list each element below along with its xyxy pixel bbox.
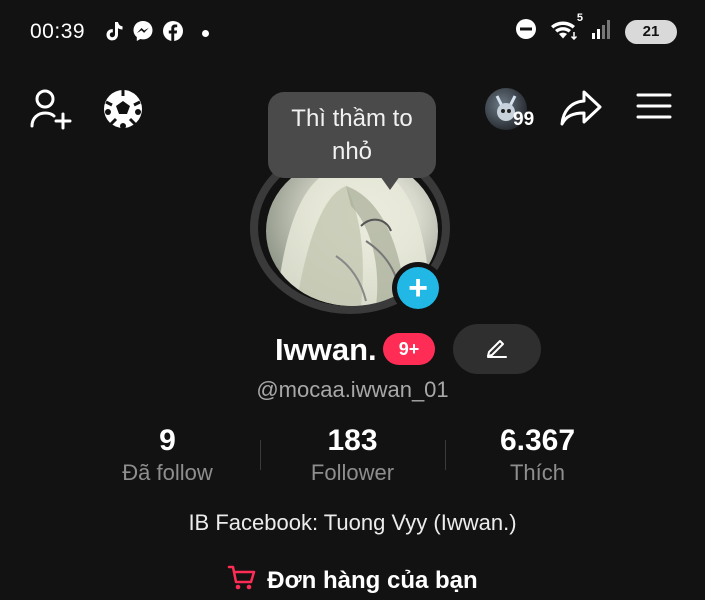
profile-handle: @mocaa.iwwan_01 xyxy=(256,377,449,402)
status-notification-dot xyxy=(202,30,209,37)
profile-bio: IB Facebook: Tuong Vyy (Iwwan.) xyxy=(188,510,517,535)
stat-value: 9 xyxy=(159,424,176,457)
stat-followers[interactable]: 183 Follower xyxy=(280,424,425,486)
stat-value: 183 xyxy=(327,424,378,457)
facebook-icon xyxy=(162,20,184,42)
edit-profile-button[interactable] xyxy=(453,324,541,374)
network-badge: 5 xyxy=(576,12,583,24)
stat-following[interactable]: 9 Đã follow xyxy=(95,424,240,486)
battery-icon: 21 xyxy=(625,19,677,44)
orders-link[interactable]: Đơn hàng của bạn xyxy=(0,564,705,597)
signal-icon xyxy=(591,18,613,45)
orders-label: Đơn hàng của bạn xyxy=(267,566,478,594)
stat-divider xyxy=(260,440,261,470)
cart-icon xyxy=(227,564,257,597)
avatar-badge: 99 xyxy=(513,109,535,130)
stat-label: Đã follow xyxy=(122,460,213,485)
tiktok-icon xyxy=(104,20,124,42)
wifi-icon: 5 xyxy=(549,12,583,45)
status-system-icons: 5 21 xyxy=(515,12,677,45)
pencil-icon xyxy=(484,334,510,365)
do-not-disturb-icon xyxy=(515,18,537,45)
tooltip-bubble[interactable]: Thì thầm to nhỏ xyxy=(268,92,436,178)
share-icon[interactable] xyxy=(559,88,603,133)
messenger-icon xyxy=(132,20,154,42)
add-story-button[interactable]: + xyxy=(392,262,444,314)
tooltip-tail xyxy=(380,176,400,190)
plus-icon: + xyxy=(397,267,439,309)
stat-likes[interactable]: 6.367 Thích xyxy=(465,424,610,486)
profile-name: Iwwan. xyxy=(275,332,377,367)
status-time: 00:39 xyxy=(30,20,86,43)
status-app-icons xyxy=(104,20,184,42)
stat-label: Follower xyxy=(310,460,395,485)
soccer-ball-icon[interactable] xyxy=(102,88,144,135)
stat-divider xyxy=(445,440,446,470)
add-user-icon[interactable] xyxy=(30,88,74,135)
menu-icon[interactable] xyxy=(636,88,672,129)
stat-value: 6.367 xyxy=(499,424,576,457)
stat-label: Thích xyxy=(509,460,566,485)
notification-badge[interactable]: 9+ xyxy=(383,333,435,365)
